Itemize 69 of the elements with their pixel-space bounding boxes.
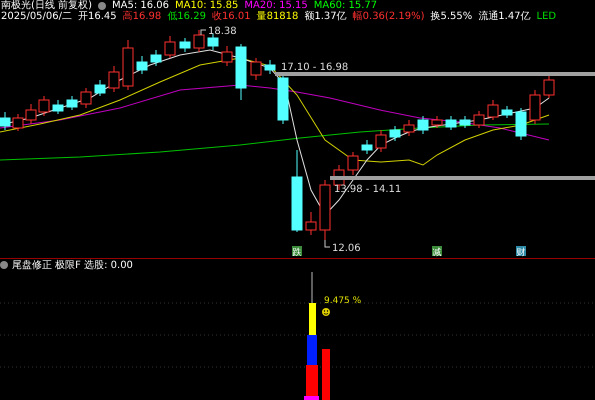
candlestick bbox=[222, 46, 232, 66]
smiley-icon bbox=[322, 308, 330, 316]
candlestick bbox=[264, 60, 276, 74]
quote-value: 低16.29 bbox=[167, 11, 206, 22]
candlestick bbox=[80, 88, 92, 108]
moving-average-value: MA60: 15.77 bbox=[314, 0, 378, 11]
moving-average-value: MA10: 15.85 bbox=[175, 0, 238, 11]
event-marker[interactable]: 财 bbox=[516, 246, 526, 258]
quote-value: 量81818 bbox=[256, 11, 298, 22]
candlestick bbox=[348, 152, 358, 176]
quote-value: 换5.55% bbox=[430, 11, 472, 22]
candlestick bbox=[108, 66, 120, 92]
candlestick bbox=[66, 96, 78, 110]
price-label: 17.10 - 16.98 bbox=[281, 62, 348, 73]
candlestick bbox=[136, 56, 148, 74]
candlestick bbox=[446, 116, 456, 130]
quote-value: LED bbox=[536, 11, 556, 22]
quote-value: 开16.45 bbox=[78, 11, 117, 22]
stock-title: 南极光(日线 前复权) bbox=[1, 0, 92, 11]
quote-value: 收16.01 bbox=[212, 11, 251, 22]
candlestick bbox=[474, 110, 484, 128]
candlestick bbox=[278, 74, 288, 124]
candlestick bbox=[390, 126, 400, 142]
candlestick bbox=[26, 104, 36, 124]
candlestick bbox=[0, 112, 10, 130]
leader-line bbox=[324, 240, 330, 248]
candlestick bbox=[404, 120, 414, 136]
candlestick bbox=[164, 36, 176, 58]
quote-value: 2025/05/06/二 bbox=[1, 11, 72, 22]
candlestick bbox=[150, 50, 162, 66]
moving-average-value: MA20: 15.15 bbox=[244, 0, 308, 11]
candlestick bbox=[180, 38, 190, 52]
candlestick bbox=[208, 34, 218, 50]
candlestick bbox=[362, 140, 372, 154]
indicator-reading: 9.475 % bbox=[324, 296, 362, 306]
candlestick bbox=[194, 30, 204, 52]
candlestick bbox=[460, 116, 470, 128]
event-marker[interactable]: 跌 bbox=[292, 246, 302, 258]
indicator-title: 尾盘修正 极限F 选股: 0.00 bbox=[12, 258, 133, 272]
circle-icon[interactable] bbox=[0, 261, 8, 269]
candlestick bbox=[418, 116, 428, 134]
price-label: 12.06 bbox=[332, 243, 361, 254]
candlestick bbox=[94, 80, 106, 96]
candlestick bbox=[544, 74, 554, 98]
candlestick bbox=[38, 96, 50, 116]
circle-icon[interactable] bbox=[98, 2, 106, 10]
event-marker[interactable]: 减 bbox=[432, 246, 442, 258]
quote-value: 流通1.47亿 bbox=[478, 11, 531, 22]
candlestick bbox=[488, 100, 498, 120]
candlestick bbox=[502, 106, 512, 118]
candlestick bbox=[432, 116, 442, 128]
leader-line bbox=[200, 30, 206, 36]
quote-value: 幅0.36(2.19%) bbox=[352, 11, 424, 22]
candlestick bbox=[236, 44, 246, 100]
candlestick bbox=[250, 58, 262, 80]
candlestick bbox=[122, 40, 134, 90]
indicator-bar bbox=[307, 335, 317, 365]
indicator-bar bbox=[322, 349, 330, 400]
candlestick bbox=[530, 90, 540, 124]
candlestick bbox=[516, 108, 526, 140]
quote-value: 高16.98 bbox=[122, 11, 162, 22]
price-label: 18.38 bbox=[208, 26, 237, 37]
candlestick bbox=[52, 100, 64, 114]
quote-value: 额1.37亿 bbox=[304, 11, 347, 22]
moving-average-value: MA5: 16.06 bbox=[112, 0, 169, 11]
candlestick bbox=[320, 180, 330, 240]
candlestick bbox=[376, 130, 386, 152]
candlestick bbox=[306, 212, 316, 236]
candlestick bbox=[12, 114, 24, 132]
